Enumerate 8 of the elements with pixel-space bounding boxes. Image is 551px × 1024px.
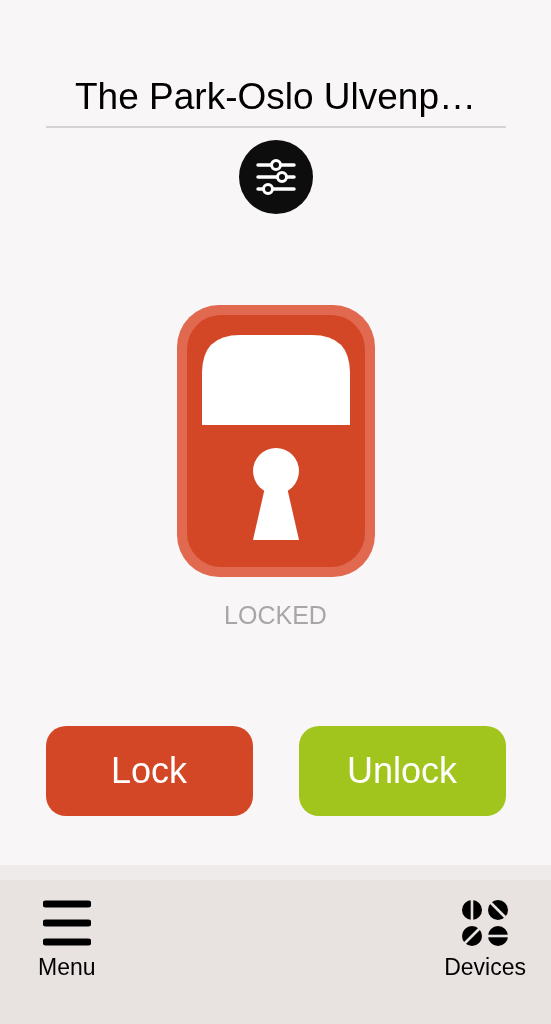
- sliders-icon: [253, 157, 298, 197]
- lock-title: The Park-Oslo Ulvenp…: [45, 76, 506, 128]
- devices-button[interactable]: Devices: [444, 900, 526, 981]
- devices-icon: [462, 900, 509, 946]
- menu-button[interactable]: Menu: [38, 900, 96, 981]
- lock-button[interactable]: Lock: [45, 726, 253, 816]
- lock-status: LOCKED: [224, 601, 327, 630]
- menu-icon: [42, 900, 91, 946]
